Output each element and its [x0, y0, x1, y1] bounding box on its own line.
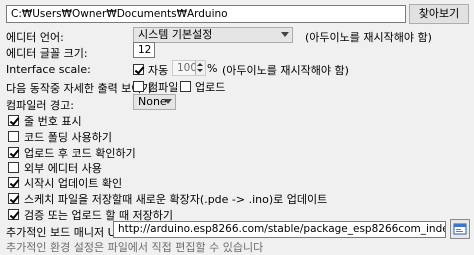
- interface-scale-restart-note: (아두이노를 재시작해야 함): [222, 64, 349, 77]
- option-checkbox-line-numbers[interactable]: [8, 115, 19, 126]
- editor-language-value: 시스템 기본설정: [138, 28, 213, 41]
- verbose-compile-checkbox[interactable]: [133, 81, 144, 92]
- editor-language-select[interactable]: 시스템 기본설정: [133, 27, 293, 43]
- option-checkbox-update-extension[interactable]: [8, 193, 19, 204]
- chevron-down-icon: [164, 99, 172, 104]
- board-manager-urls-input[interactable]: http://arduino.esp8266.com/stable/packag…: [113, 221, 446, 238]
- browse-button[interactable]: 찾아보기: [409, 4, 469, 24]
- option-label-update-extension: 스케치 파일을 저장할때 새로운 확장자(.pde -> .ino)로 업데이트: [24, 193, 328, 206]
- spin-down-icon[interactable]: [195, 67, 205, 75]
- interface-scale-unit: %: [207, 62, 218, 75]
- board-manager-urls-edit-button[interactable]: [450, 219, 470, 239]
- auto-scale-label: 자동: [148, 64, 169, 77]
- option-label-external-editor: 외부 에디터 사용: [24, 162, 102, 175]
- option-checkbox-check-updates[interactable]: [8, 177, 19, 188]
- interface-scale-label: Interface scale:: [6, 63, 91, 76]
- sketchbook-path-field[interactable]: C:₩Users₩Owner₩Documents₩Arduino: [6, 5, 406, 23]
- compiler-warnings-label: 컴파일러 경고:: [6, 99, 74, 112]
- verbose-upload-label: 업로드: [195, 81, 226, 94]
- verbose-compile-label: 컴파일: [148, 81, 179, 94]
- editor-language-label: 에디터 언어:: [6, 31, 64, 44]
- option-label-code-folding: 코드 폴딩 사용하기: [24, 131, 112, 144]
- chevron-down-icon: [281, 32, 289, 37]
- option-checkbox-verify-after-upload[interactable]: [8, 147, 19, 158]
- preferences-file-note: 추가적인 환경 설정은 파일에서 직접 편집할 수 있습니다: [6, 241, 264, 254]
- window-icon: [453, 223, 467, 235]
- editor-font-size-label: 에디터 글꼴 크기:: [6, 47, 88, 60]
- option-label-line-numbers: 줄 번호 표시: [24, 115, 82, 128]
- auto-scale-checkbox[interactable]: [133, 64, 144, 75]
- compiler-warnings-select[interactable]: None: [133, 94, 176, 110]
- interface-scale-spinner[interactable]: 100: [172, 60, 206, 76]
- editor-language-restart-note: (아두이노를 재시작해야 함): [305, 31, 432, 44]
- option-label-verify-after-upload: 업로드 후 코드 확인하기: [24, 147, 136, 160]
- option-checkbox-save-on-verify[interactable]: [8, 209, 19, 220]
- option-checkbox-external-editor[interactable]: [8, 162, 19, 173]
- editor-font-size-input[interactable]: 12: [133, 42, 155, 58]
- option-checkbox-code-folding[interactable]: [8, 131, 19, 142]
- option-label-check-updates: 시작시 업데이트 확인: [24, 177, 123, 190]
- verbose-upload-checkbox[interactable]: [180, 81, 191, 92]
- compiler-warnings-value: None: [138, 95, 167, 108]
